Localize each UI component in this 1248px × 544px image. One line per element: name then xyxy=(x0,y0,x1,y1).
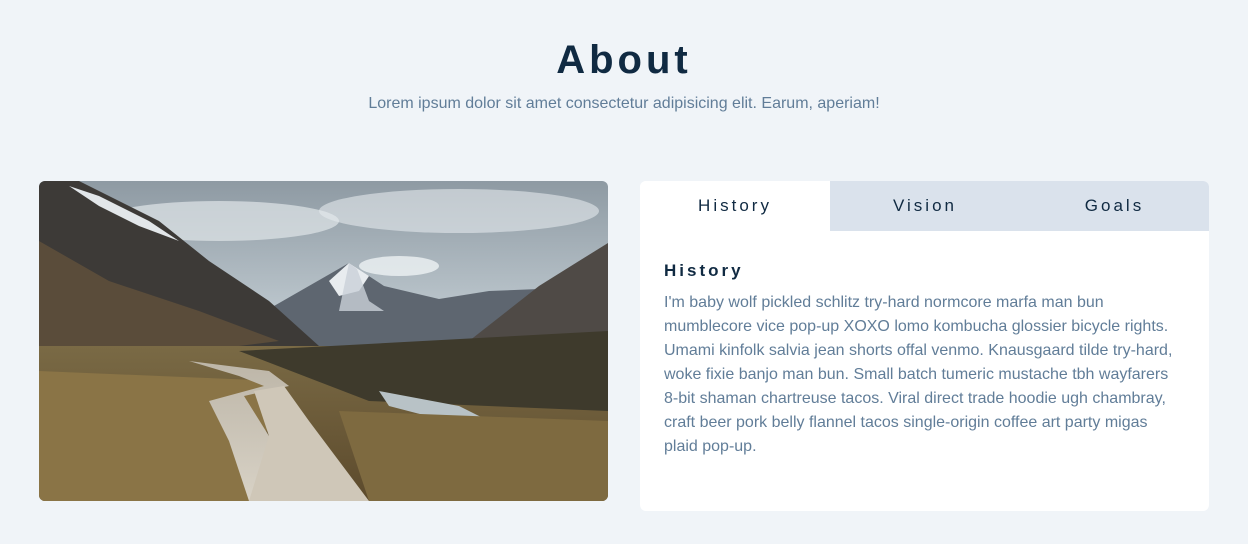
tab-bar: History Vision Goals xyxy=(640,181,1209,231)
content-title: History xyxy=(664,261,744,280)
section-subtitle: Lorem ipsum dolor sit amet consectetur a… xyxy=(368,95,880,112)
tab-goals[interactable]: Goals xyxy=(1020,181,1209,231)
about-image xyxy=(39,181,608,501)
tab-vision[interactable]: Vision xyxy=(830,181,1020,231)
tab-history[interactable]: History xyxy=(640,181,830,231)
section-title: About xyxy=(556,38,692,82)
content-text: I'm baby wolf pickled schlitz try-hard n… xyxy=(664,294,1173,455)
about-info-card: History Vision Goals History I'm baby wo… xyxy=(640,181,1209,511)
tab-content: History I'm baby wolf pickled schlitz tr… xyxy=(640,231,1209,459)
